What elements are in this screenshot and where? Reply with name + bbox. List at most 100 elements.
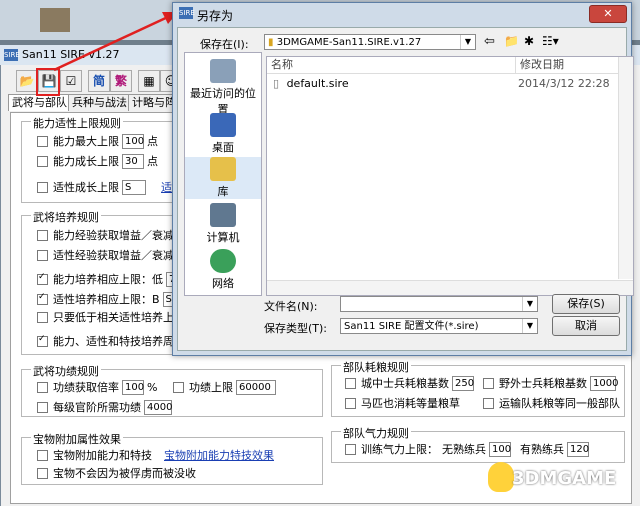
dialog-title: 另存为 xyxy=(197,9,234,23)
back-icon[interactable]: ⇦ xyxy=(484,34,495,49)
save-button[interactable]: 保存(S) xyxy=(552,294,620,314)
field-supply-label: 野外士兵耗粮基数 xyxy=(499,377,587,390)
ability-max-input[interactable]: 100 xyxy=(122,133,144,149)
treasure-keep-checkbox[interactable] xyxy=(37,467,48,479)
dialog-close-button[interactable]: ✕ xyxy=(589,5,627,23)
recent-places-icon xyxy=(210,59,236,83)
treasure-skill-row: 宝物附加能力和特技 宝物附加能力特技效果 xyxy=(37,447,274,463)
place-recent[interactable]: 最近访问的位置 xyxy=(185,59,261,117)
open-folder-icon[interactable]: 📂 xyxy=(16,70,38,92)
treasure-skill-link[interactable]: 宝物附加能力特技效果 xyxy=(164,447,274,463)
cycle-checkbox[interactable] xyxy=(37,334,48,347)
field-supply-row: 野外士兵耗粮基数 1000 xyxy=(483,375,619,391)
merit-gain-checkbox[interactable] xyxy=(37,381,48,393)
chevron-down-icon: ▼ xyxy=(522,297,537,311)
apt-gain-row: 适性经验获取增益／衰减 xyxy=(37,247,174,263)
computer-icon xyxy=(210,203,236,227)
traditional-button[interactable]: 繁 xyxy=(110,70,132,92)
place-computer-label: 计算机 xyxy=(206,231,240,244)
tab-units[interactable]: 兵种与战法 xyxy=(68,94,131,111)
exp-gain-checkbox[interactable] xyxy=(37,229,48,241)
treasure-skill-checkbox[interactable] xyxy=(37,449,48,461)
place-network[interactable]: 网络 xyxy=(185,249,261,291)
dialog-titlebar: SIRE 另存为 ✕ xyxy=(173,3,631,25)
save-in-label: 保存在(I): xyxy=(200,38,249,51)
vertical-scrollbar[interactable] xyxy=(618,57,633,279)
apt-cap-label: 适性培养相应上限：B xyxy=(53,293,160,306)
cancel-button[interactable]: 取消 xyxy=(552,316,620,336)
apt-cap-checkbox[interactable] xyxy=(37,292,48,305)
up-folder-icon[interactable]: 📁 xyxy=(504,34,519,48)
treasure-skill-label: 宝物附加能力和特技 xyxy=(53,449,152,462)
merit-cap-checkbox[interactable] xyxy=(173,381,184,393)
place-desktop[interactable]: 桌面 xyxy=(185,113,261,155)
merit-gain-input[interactable]: 100 xyxy=(122,379,144,395)
aptitude-growth-checkbox[interactable] xyxy=(37,181,48,193)
file-date: 2014/3/12 22:28 xyxy=(518,77,610,90)
file-row[interactable]: ▯ default.sire 2014/3/12 22:28 xyxy=(273,77,619,91)
aptitude-growth-row: 适性成长上限 S 适 xyxy=(37,179,172,195)
supply-group-title: 部队耗粮规则 xyxy=(341,359,411,375)
transport-checkbox[interactable] xyxy=(483,397,494,409)
highlight-box xyxy=(36,68,60,96)
watermark-logo xyxy=(488,462,514,492)
main-title: San11 SIRE v1.27 xyxy=(22,48,120,61)
desktop-icon xyxy=(210,113,236,137)
unskilled-input[interactable]: 100 xyxy=(489,441,511,457)
place-library[interactable]: 库 xyxy=(185,157,261,199)
ability-max-row: 能力最大上限 100 点 xyxy=(37,133,158,149)
only-low-checkbox[interactable] xyxy=(37,311,48,323)
ability-growth-label: 能力成长上限 xyxy=(53,155,119,168)
horizontal-scrollbar[interactable] xyxy=(267,280,633,295)
city-supply-label: 城中士兵耗粮基数 xyxy=(361,377,449,390)
skilled-input[interactable]: 120 xyxy=(567,441,589,457)
app-icon: SIRE xyxy=(4,49,20,61)
city-supply-checkbox[interactable] xyxy=(345,377,356,389)
file-icon: ▯ xyxy=(273,77,280,90)
column-name[interactable]: 名称 xyxy=(267,57,516,74)
checklist-icon[interactable]: ☑ xyxy=(60,70,82,92)
place-library-label: 库 xyxy=(217,185,229,198)
transport-label: 运输队耗粮等同一般部队 xyxy=(499,397,620,410)
merit-rank-checkbox[interactable] xyxy=(37,401,48,413)
places-bar: 最近访问的位置 桌面 库 计算机 网络 xyxy=(184,52,262,296)
place-computer[interactable]: 计算机 xyxy=(185,203,261,245)
new-folder-icon[interactable]: ✱ xyxy=(524,34,534,48)
merit-gain-unit: % xyxy=(147,380,158,394)
cycle-row: 能力、适性和特技培养周期 xyxy=(37,333,185,349)
ability-cap-checkbox[interactable] xyxy=(37,272,48,285)
apt-gain-checkbox[interactable] xyxy=(37,249,48,261)
ability-growth-checkbox[interactable] xyxy=(37,155,48,167)
save-as-dialog: SIRE 另存为 ✕ 保存在(I): ▮ 3DMGAME-San11.SIRE.… xyxy=(172,2,634,356)
merit-rank-row: 每级官阶所需功绩 4000 xyxy=(37,399,175,415)
simplified-button[interactable]: 简 xyxy=(88,70,110,92)
tab-generals[interactable]: 武将与部队 xyxy=(8,94,71,111)
treasure-keep-row: 宝物不会因为被俘虏而被没收 xyxy=(37,465,196,481)
watermark-text: 3DMGAME xyxy=(512,468,617,489)
chart-icon[interactable]: ▦ xyxy=(138,70,160,92)
horse-checkbox[interactable] xyxy=(345,397,356,409)
merit-rank-input[interactable]: 4000 xyxy=(144,399,172,415)
aptitude-link[interactable]: 适 xyxy=(161,179,172,195)
merit-gain-row: 功绩获取倍率 100 % xyxy=(37,379,157,395)
horse-label: 马匹也消耗等量粮草 xyxy=(361,397,460,410)
view-menu-icon[interactable]: ☷▾ xyxy=(542,34,559,48)
ability-growth-input[interactable]: 30 xyxy=(122,153,144,169)
cycle-label: 能力、适性和特技培养周期 xyxy=(53,335,185,348)
horse-row: 马匹也消耗等量粮草 xyxy=(345,395,460,411)
save-in-combo[interactable]: ▮ 3DMGAME-San11.SIRE.v1.27 ▼ xyxy=(264,34,476,50)
exp-gain-row: 能力经验获取增益／衰减 xyxy=(37,227,174,243)
morale-group-title: 部队气力规则 xyxy=(341,425,411,441)
ability-max-label: 能力最大上限 xyxy=(53,135,119,148)
skilled-label: 有熟练兵 xyxy=(520,443,564,456)
merit-cap-input[interactable]: 60000 xyxy=(236,379,276,395)
field-supply-checkbox[interactable] xyxy=(483,377,494,389)
ability-max-checkbox[interactable] xyxy=(37,135,48,147)
filetype-select[interactable]: San11 SIRE 配置文件(*.sire) ▼ xyxy=(340,318,538,334)
column-date[interactable]: 修改日期 xyxy=(516,57,620,74)
field-supply-input[interactable]: 1000 xyxy=(590,375,618,391)
city-supply-input[interactable]: 250 xyxy=(452,375,474,391)
morale-checkbox[interactable] xyxy=(345,443,356,455)
filename-input[interactable]: ▼ xyxy=(340,296,538,312)
aptitude-growth-select[interactable]: S xyxy=(122,179,146,195)
